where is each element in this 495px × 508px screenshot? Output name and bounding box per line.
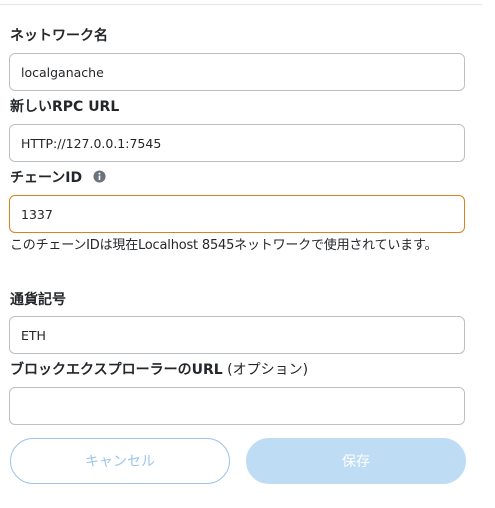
network-form-page: ネットワーク名 新しいRPC URL チェーンID このチェーンIDは現在Loc… xyxy=(0,0,495,508)
cancel-button[interactable]: キャンセル xyxy=(10,438,230,484)
chain-id-warning-text: このチェーンIDは現在Localhost 8545ネットワークで使用されています… xyxy=(10,238,438,253)
chain-id-input[interactable] xyxy=(9,195,465,233)
currency-symbol-label: 通貨記号 xyxy=(10,292,66,308)
save-button[interactable]: 保存 xyxy=(246,438,466,484)
info-icon[interactable] xyxy=(93,170,106,183)
chain-id-label: チェーンID xyxy=(10,170,83,186)
network-name-input[interactable] xyxy=(9,53,465,91)
top-divider xyxy=(0,4,482,5)
cancel-button-label: キャンセル xyxy=(85,454,155,470)
currency-symbol-input[interactable] xyxy=(9,316,465,354)
network-name-label: ネットワーク名 xyxy=(10,28,108,44)
explorer-url-label-row: ブロックエクスプローラーのURL (オプション) xyxy=(10,361,308,379)
explorer-url-label: ブロックエクスプローラーのURL xyxy=(10,362,223,378)
save-button-label: 保存 xyxy=(342,454,370,470)
rpc-url-label: 新しいRPC URL xyxy=(10,99,120,115)
explorer-url-optional-label: (オプション) xyxy=(222,362,309,378)
rpc-url-input[interactable] xyxy=(9,124,465,162)
chain-id-label-row: チェーンID xyxy=(10,169,106,187)
explorer-url-input[interactable] xyxy=(9,387,465,425)
